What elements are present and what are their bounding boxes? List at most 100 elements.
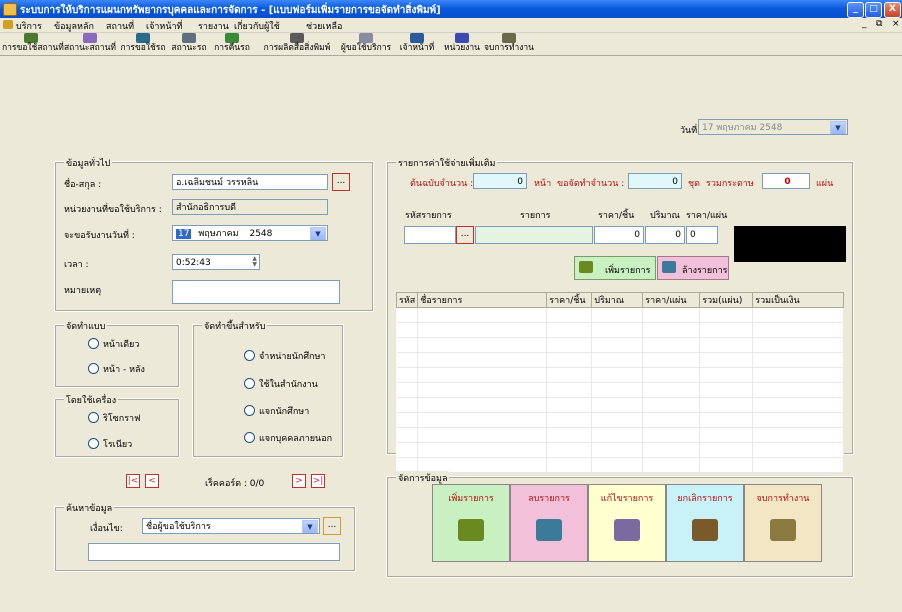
toolbar-department[interactable]: หน่วยงาน [440, 33, 484, 55]
item-price-field[interactable]: 0 [594, 226, 644, 244]
toolbar-location-request[interactable]: การขอใช้สถานที่ [2, 33, 64, 55]
printer-icon [290, 33, 304, 43]
chevron-down-icon[interactable]: ▼ [830, 121, 846, 134]
price-column-label: ราคา/ชิ้น [598, 211, 635, 221]
flag-icon [83, 33, 97, 43]
radio-office-use[interactable]: ใช้ในสำนักงาน [244, 377, 318, 391]
layout-group [54, 324, 180, 388]
search-browse-button[interactable]: ... [323, 517, 341, 535]
radio-give-outsider[interactable]: แจกบุคคลภายนอก [244, 431, 332, 445]
toolbar-location-status[interactable]: สถานะสถานที่ [62, 33, 118, 55]
radio-give-student[interactable]: แจกนักศึกษา [244, 404, 309, 418]
table-row[interactable] [396, 457, 844, 473]
item-qty-field[interactable]: 0 [645, 226, 685, 244]
name-field[interactable]: อ.เฉลิมชนม์ วรรหลิน [172, 174, 328, 190]
table-row[interactable] [396, 427, 844, 443]
prev-record-button[interactable]: < [145, 474, 159, 488]
date-picker[interactable]: 17 พฤษภาคม 2548 ▼ [698, 119, 848, 135]
radio-roneo[interactable]: โรเนียว [88, 437, 132, 451]
menu-help[interactable]: ช่วยเหลือ [306, 19, 342, 33]
item-column-label: รายการ [520, 211, 551, 221]
mdi-close-button[interactable]: × [892, 19, 900, 29]
manage-cancel-button[interactable]: ยกเลิกรายการ [666, 484, 744, 562]
monitor-icon [455, 33, 469, 43]
spin-icon[interactable]: ▲ ▼ [252, 256, 257, 268]
grid-header-sheet-price[interactable]: ราคา/แผ่น [642, 292, 701, 308]
sheet-unit-label: แผ่น [816, 179, 834, 189]
table-row[interactable] [396, 382, 844, 398]
table-row[interactable] [396, 352, 844, 368]
table-row[interactable] [396, 412, 844, 428]
toolbar-staff[interactable]: เจ้าหน้าที่ [394, 33, 440, 55]
manage-delete-button[interactable]: ลบรายการ [510, 484, 588, 562]
layout-title: จัดทำแบบ [64, 319, 108, 333]
item-code-browse-button[interactable]: ... [456, 226, 474, 244]
radio-risograph[interactable]: ริโซกราฟ [88, 411, 141, 425]
menu-report[interactable]: รายงาน [198, 19, 229, 33]
next-record-button[interactable]: > [292, 474, 306, 488]
item-code-field[interactable] [404, 226, 456, 244]
menu-staff[interactable]: เจ้าหน้าที่ [146, 19, 182, 33]
grid-header-name[interactable]: ชื่อรายการ [417, 292, 548, 308]
toolbar-requester[interactable]: ผู้ขอใช้บริการ [338, 33, 394, 55]
mdi-restore-button[interactable]: ⧉ [876, 19, 882, 29]
due-date-picker[interactable]: 17 พฤษภาคม 2548 ▼ [172, 225, 328, 241]
manage-title: จัดการข้อมูล [396, 471, 450, 485]
grid-header-sheet-total[interactable]: รวม(แผ่น) [699, 292, 754, 308]
close-button[interactable]: X [884, 2, 901, 18]
due-month: พฤษภาคม [198, 229, 239, 239]
manage-edit-button[interactable]: แก้ไขรายการ [588, 484, 666, 562]
code-column-label: รหัสรายการ [405, 211, 452, 221]
first-record-button[interactable]: |< [126, 474, 140, 488]
note-field[interactable] [172, 280, 340, 304]
mdi-minimize-button[interactable]: _ [862, 19, 867, 29]
chevron-down-icon[interactable]: ▼ [310, 227, 326, 240]
search-condition-select[interactable]: ชื่อผู้ขอใช้บริการ ▼ [142, 518, 320, 534]
original-count-field[interactable]: 0 [473, 173, 527, 189]
trash-icon [536, 519, 562, 541]
table-row[interactable] [396, 397, 844, 413]
radio-icon [244, 432, 255, 443]
manage-exit-button[interactable]: จบการทำงาน [744, 484, 822, 562]
add-item-button[interactable]: เพิ่มรายการ [574, 256, 656, 280]
sets-unit-label: ชุด [688, 179, 700, 189]
department-field[interactable]: สำนักอธิการบดี [172, 199, 328, 215]
items-table[interactable]: รหัส ชื่อรายการ ราคา/ชิ้น ปริมาณ ราคา/แผ… [395, 292, 844, 473]
search-input[interactable] [88, 543, 340, 561]
table-row[interactable] [396, 442, 844, 458]
preview-panel [734, 226, 846, 262]
time-field[interactable]: 0:52:43 ▲ ▼ [172, 254, 260, 270]
grid-header-money-total[interactable]: รวมเป็นเงิน [752, 292, 844, 308]
toolbar-print-media[interactable]: การผลิตสื่อสิ่งพิมพ์ [254, 33, 340, 55]
table-row[interactable] [396, 322, 844, 338]
table-row[interactable] [396, 307, 844, 323]
menu-location[interactable]: สถานที่ [106, 19, 134, 33]
maximize-button[interactable]: □ [865, 2, 882, 18]
minimize-button[interactable]: _ [847, 2, 864, 18]
sets-count-field[interactable]: 0 [628, 173, 682, 189]
name-browse-button[interactable]: ... [332, 173, 350, 191]
table-row[interactable] [396, 367, 844, 383]
toolbar-exit[interactable]: จบการทำงาน [484, 33, 534, 55]
grid-header-qty[interactable]: ปริมาณ [591, 292, 644, 308]
item-sheet-field[interactable]: 0 [686, 226, 718, 244]
toolbar-car-return[interactable]: การคืนรถ [210, 33, 254, 55]
menu-service[interactable]: บริการ [16, 19, 42, 33]
last-record-button[interactable]: >| [311, 474, 325, 488]
clear-item-button[interactable]: ล้างรายการ [657, 256, 729, 280]
toolbar-car-status[interactable]: สถานะรถ [168, 33, 210, 55]
menu-about-user[interactable]: เกี่ยวกับผู้ใช้ [234, 19, 280, 33]
chevron-down-icon[interactable]: ▼ [302, 520, 318, 533]
window-title: ระบบการให้บริการแผนกทรัพยากรบุคคลและการจ… [20, 5, 441, 16]
item-name-field[interactable] [475, 226, 593, 244]
toolbar-car-request[interactable]: การขอใช้รถ [120, 33, 166, 55]
total-paper-field[interactable]: 0 [762, 173, 810, 189]
table-row[interactable] [396, 337, 844, 353]
manage-add-button[interactable]: เพิ่มรายการ [432, 484, 510, 562]
radio-single-side[interactable]: หน้าเดียว [88, 337, 139, 351]
radio-double-side[interactable]: หน้า - หลัง [88, 362, 145, 376]
grid-header-price[interactable]: ราคา/ชิ้น [546, 292, 593, 308]
grid-header-code[interactable]: รหัส [395, 292, 419, 308]
menu-master-data[interactable]: ข้อมูลหลัก [54, 19, 94, 33]
radio-sell-student[interactable]: จำหน่ายนักศึกษา [244, 349, 326, 363]
